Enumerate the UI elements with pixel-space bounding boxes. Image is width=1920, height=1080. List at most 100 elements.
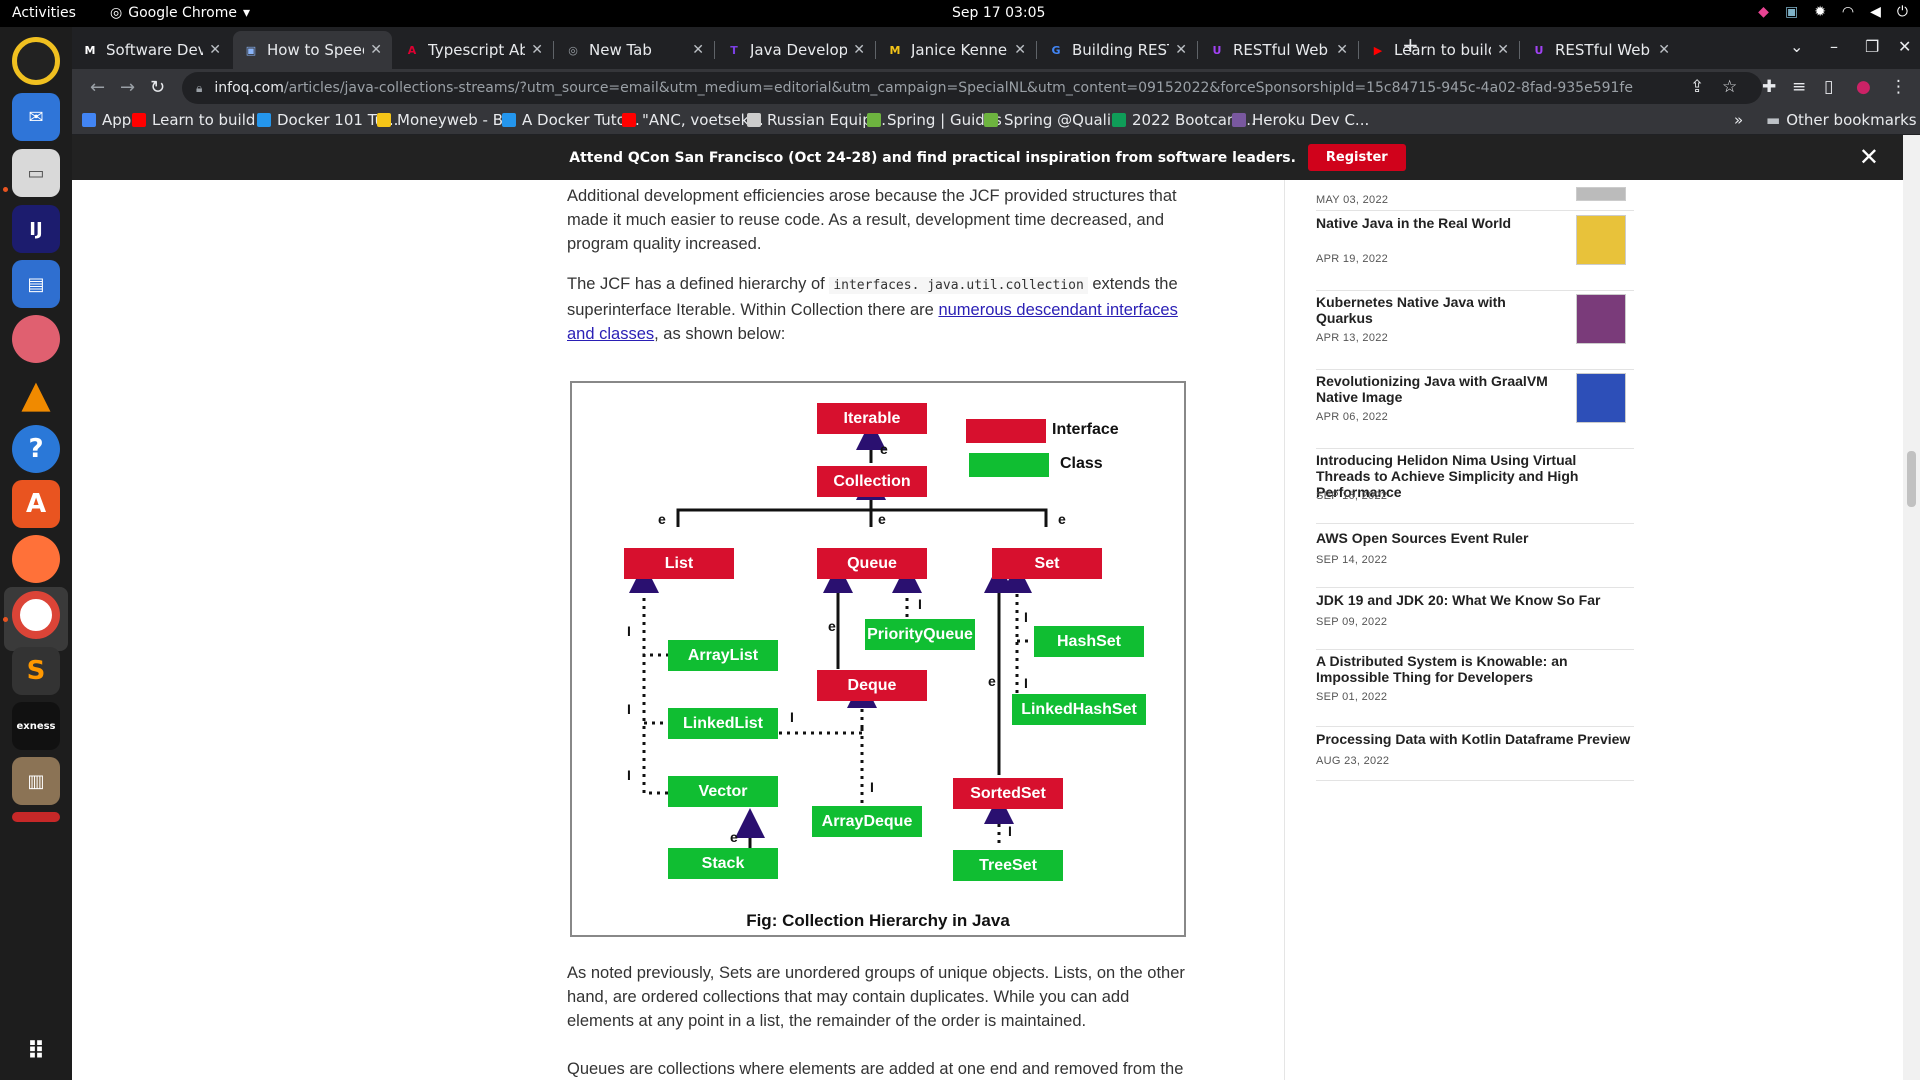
app-menu[interactable]: ◎ Google Chrome ▾: [110, 5, 250, 21]
bookmark-item[interactable]: Spring @Quali...: [984, 111, 1125, 129]
tab[interactable]: ◎ New Tab ✕: [555, 31, 714, 69]
screen-icon[interactable]: ▣: [1785, 4, 1798, 20]
close-banner-icon[interactable]: ✕: [1859, 143, 1879, 171]
scrollbar-thumb[interactable]: [1907, 451, 1916, 507]
sidebar-article[interactable]: JDK 19 and JDK 20: What We Know So Far SE…: [1316, 592, 1634, 650]
edge-label-extends: e: [730, 829, 738, 845]
firefox-icon[interactable]: [12, 535, 60, 583]
close-tab-icon[interactable]: ✕: [1014, 42, 1026, 58]
sublime-icon[interactable]: S: [12, 647, 60, 695]
reload-icon[interactable]: ↻: [150, 77, 165, 98]
vlc-icon[interactable]: ▲: [12, 370, 60, 418]
sidebar-article[interactable]: Revolutionizing Java with GraalVM Native…: [1316, 373, 1634, 449]
tab[interactable]: U RESTful Web S ✕: [1521, 31, 1680, 69]
rhythmbox-icon[interactable]: [12, 37, 60, 85]
sidebar-article-title[interactable]: Native Java in the Real World: [1316, 215, 1561, 231]
maximize-button[interactable]: ❐: [1865, 37, 1879, 56]
sidebar-article[interactable]: Processing Data with Kotlin Dataframe Pr…: [1316, 731, 1634, 781]
files-icon[interactable]: ▭: [12, 149, 60, 197]
bookmark-item[interactable]: Spring | Guides: [867, 111, 1002, 129]
extensions-icon[interactable]: ✚: [1762, 77, 1776, 97]
sidebar-article-title[interactable]: Kubernetes Native Java with Quarkus: [1316, 294, 1561, 326]
sidebar-article[interactable]: MAY 03, 2022: [1316, 135, 1634, 211]
bookmark-item[interactable]: Learn to build...: [132, 111, 270, 129]
share-icon[interactable]: ⇪: [1690, 77, 1704, 97]
article-paragraph: Queues are collections where elements ar…: [567, 1060, 1184, 1078]
page-scrollbar[interactable]: [1903, 135, 1920, 1080]
help-icon[interactable]: ?: [12, 425, 60, 473]
sidebar-article-title[interactable]: JDK 19 and JDK 20: What We Know So Far: [1316, 592, 1634, 608]
chrome-dock-icon[interactable]: [12, 591, 60, 639]
media-icon[interactable]: ≡: [1792, 77, 1806, 97]
sidebar-article[interactable]: Kubernetes Native Java with Quarkus APR 1…: [1316, 294, 1634, 370]
article-thumbnail[interactable]: [1576, 215, 1626, 265]
sidebar-article[interactable]: AWS Open Sources Event Ruler SEP 14, 2022: [1316, 530, 1634, 588]
notification-icon[interactable]: ◆: [1758, 4, 1769, 20]
tab[interactable]: ▶ Learn to build ✕: [1360, 31, 1519, 69]
tab[interactable]: M Software Dev ✕: [72, 31, 231, 69]
close-tab-icon[interactable]: ✕: [531, 42, 543, 58]
tab[interactable]: M Janice Kenned ✕: [877, 31, 1036, 69]
side-panel-icon[interactable]: ▯: [1824, 77, 1833, 97]
tab[interactable]: G Building REST ✕: [1038, 31, 1197, 69]
bookmark-star-icon[interactable]: ☆: [1722, 77, 1737, 97]
bookmark-item[interactable]: A Docker Tuto...: [502, 111, 640, 129]
tab[interactable]: A Typescript Ab ✕: [394, 31, 553, 69]
lock-icon[interactable]: 🔒︎: [196, 81, 202, 96]
tab-search-icon[interactable]: ⌄: [1790, 37, 1803, 56]
tab[interactable]: T Java Develope ✕: [716, 31, 875, 69]
bookmark-label: Spring @Quali...: [1004, 111, 1126, 129]
sidebar-article[interactable]: A Distributed System is Knowable: an Imp…: [1316, 653, 1634, 727]
sidebar-article-title[interactable]: Processing Data with Kotlin Dataframe Pr…: [1316, 731, 1634, 747]
pie-app-icon[interactable]: [12, 315, 60, 363]
other-bookmarks[interactable]: ▬ Other bookmarks: [1766, 111, 1917, 129]
thunderbird-icon[interactable]: ✉: [12, 93, 60, 141]
sidebar-article-title[interactable]: A Distributed System is Knowable: an Imp…: [1316, 653, 1634, 685]
software-center-icon[interactable]: A: [12, 480, 60, 528]
close-tab-icon[interactable]: ✕: [370, 42, 382, 58]
tab[interactable]: U RESTful Web S ✕: [1199, 31, 1358, 69]
sidebar-article-title[interactable]: AWS Open Sources Event Ruler: [1316, 530, 1634, 546]
minimize-button[interactable]: –: [1830, 37, 1838, 56]
sidebar-article[interactable]: Introducing Helidon Nima Using Virtual T…: [1316, 452, 1634, 524]
close-tab-icon[interactable]: ✕: [1175, 42, 1187, 58]
close-window-button[interactable]: ✕: [1898, 37, 1911, 56]
close-tab-icon[interactable]: ✕: [209, 42, 221, 58]
volume-icon[interactable]: ◀: [1870, 4, 1881, 20]
brightness-icon[interactable]: ✹: [1814, 4, 1826, 20]
close-tab-icon[interactable]: ✕: [1497, 42, 1509, 58]
bookmark-item[interactable]: Apps: [82, 111, 139, 129]
forward-icon[interactable]: →: [120, 77, 135, 98]
article-thumbnail[interactable]: [1576, 373, 1626, 423]
sidebar-article-title[interactable]: Revolutionizing Java with GraalVM Native…: [1316, 373, 1561, 405]
new-tab-button[interactable]: +: [1402, 33, 1419, 57]
tab[interactable]: ▣ How to Speed ✕: [233, 31, 392, 69]
wifi-icon[interactable]: ◠: [1842, 4, 1854, 20]
bookmark-item[interactable]: Heroku Dev C...: [1232, 111, 1369, 129]
power-icon[interactable]: ⏻: [1897, 4, 1908, 20]
intellij-icon[interactable]: IJ: [12, 205, 60, 253]
show-apps-icon[interactable]: ⠿: [12, 1027, 60, 1075]
app-icon[interactable]: [12, 812, 60, 822]
profile-avatar[interactable]: ●: [1856, 77, 1871, 97]
close-tab-icon[interactable]: ✕: [1336, 42, 1348, 58]
bookmark-item[interactable]: Moneyweb - B...: [377, 111, 517, 129]
address-bar[interactable]: 🔒︎ infoq.com/articles/java-collections-s…: [182, 72, 1762, 104]
clock[interactable]: Sep 17 03:05: [952, 5, 1045, 21]
close-tab-icon[interactable]: ✕: [692, 42, 704, 58]
bookmark-item[interactable]: "ANC, voetsek...: [622, 111, 764, 129]
bookmarks-overflow-icon[interactable]: »: [1734, 111, 1743, 129]
activities-button[interactable]: Activities: [12, 5, 76, 21]
book-icon[interactable]: ▥: [12, 757, 60, 805]
article-thumbnail[interactable]: [1576, 187, 1626, 201]
article-thumbnail[interactable]: [1576, 294, 1626, 344]
writer-icon[interactable]: ▤: [12, 260, 60, 308]
close-tab-icon[interactable]: ✕: [853, 42, 865, 58]
back-icon[interactable]: ←: [90, 77, 105, 98]
close-tab-icon[interactable]: ✕: [1658, 42, 1670, 58]
exness-icon[interactable]: exness: [12, 702, 60, 750]
menu-icon[interactable]: ⋮: [1890, 77, 1907, 97]
system-tray[interactable]: ◆ ▣ ✹ ◠ ◀ ⏻: [1758, 4, 1908, 20]
sidebar-article[interactable]: Native Java in the Real World APR 19, 202…: [1316, 215, 1634, 291]
bookmark-item[interactable]: Russian Equip...: [747, 111, 886, 129]
